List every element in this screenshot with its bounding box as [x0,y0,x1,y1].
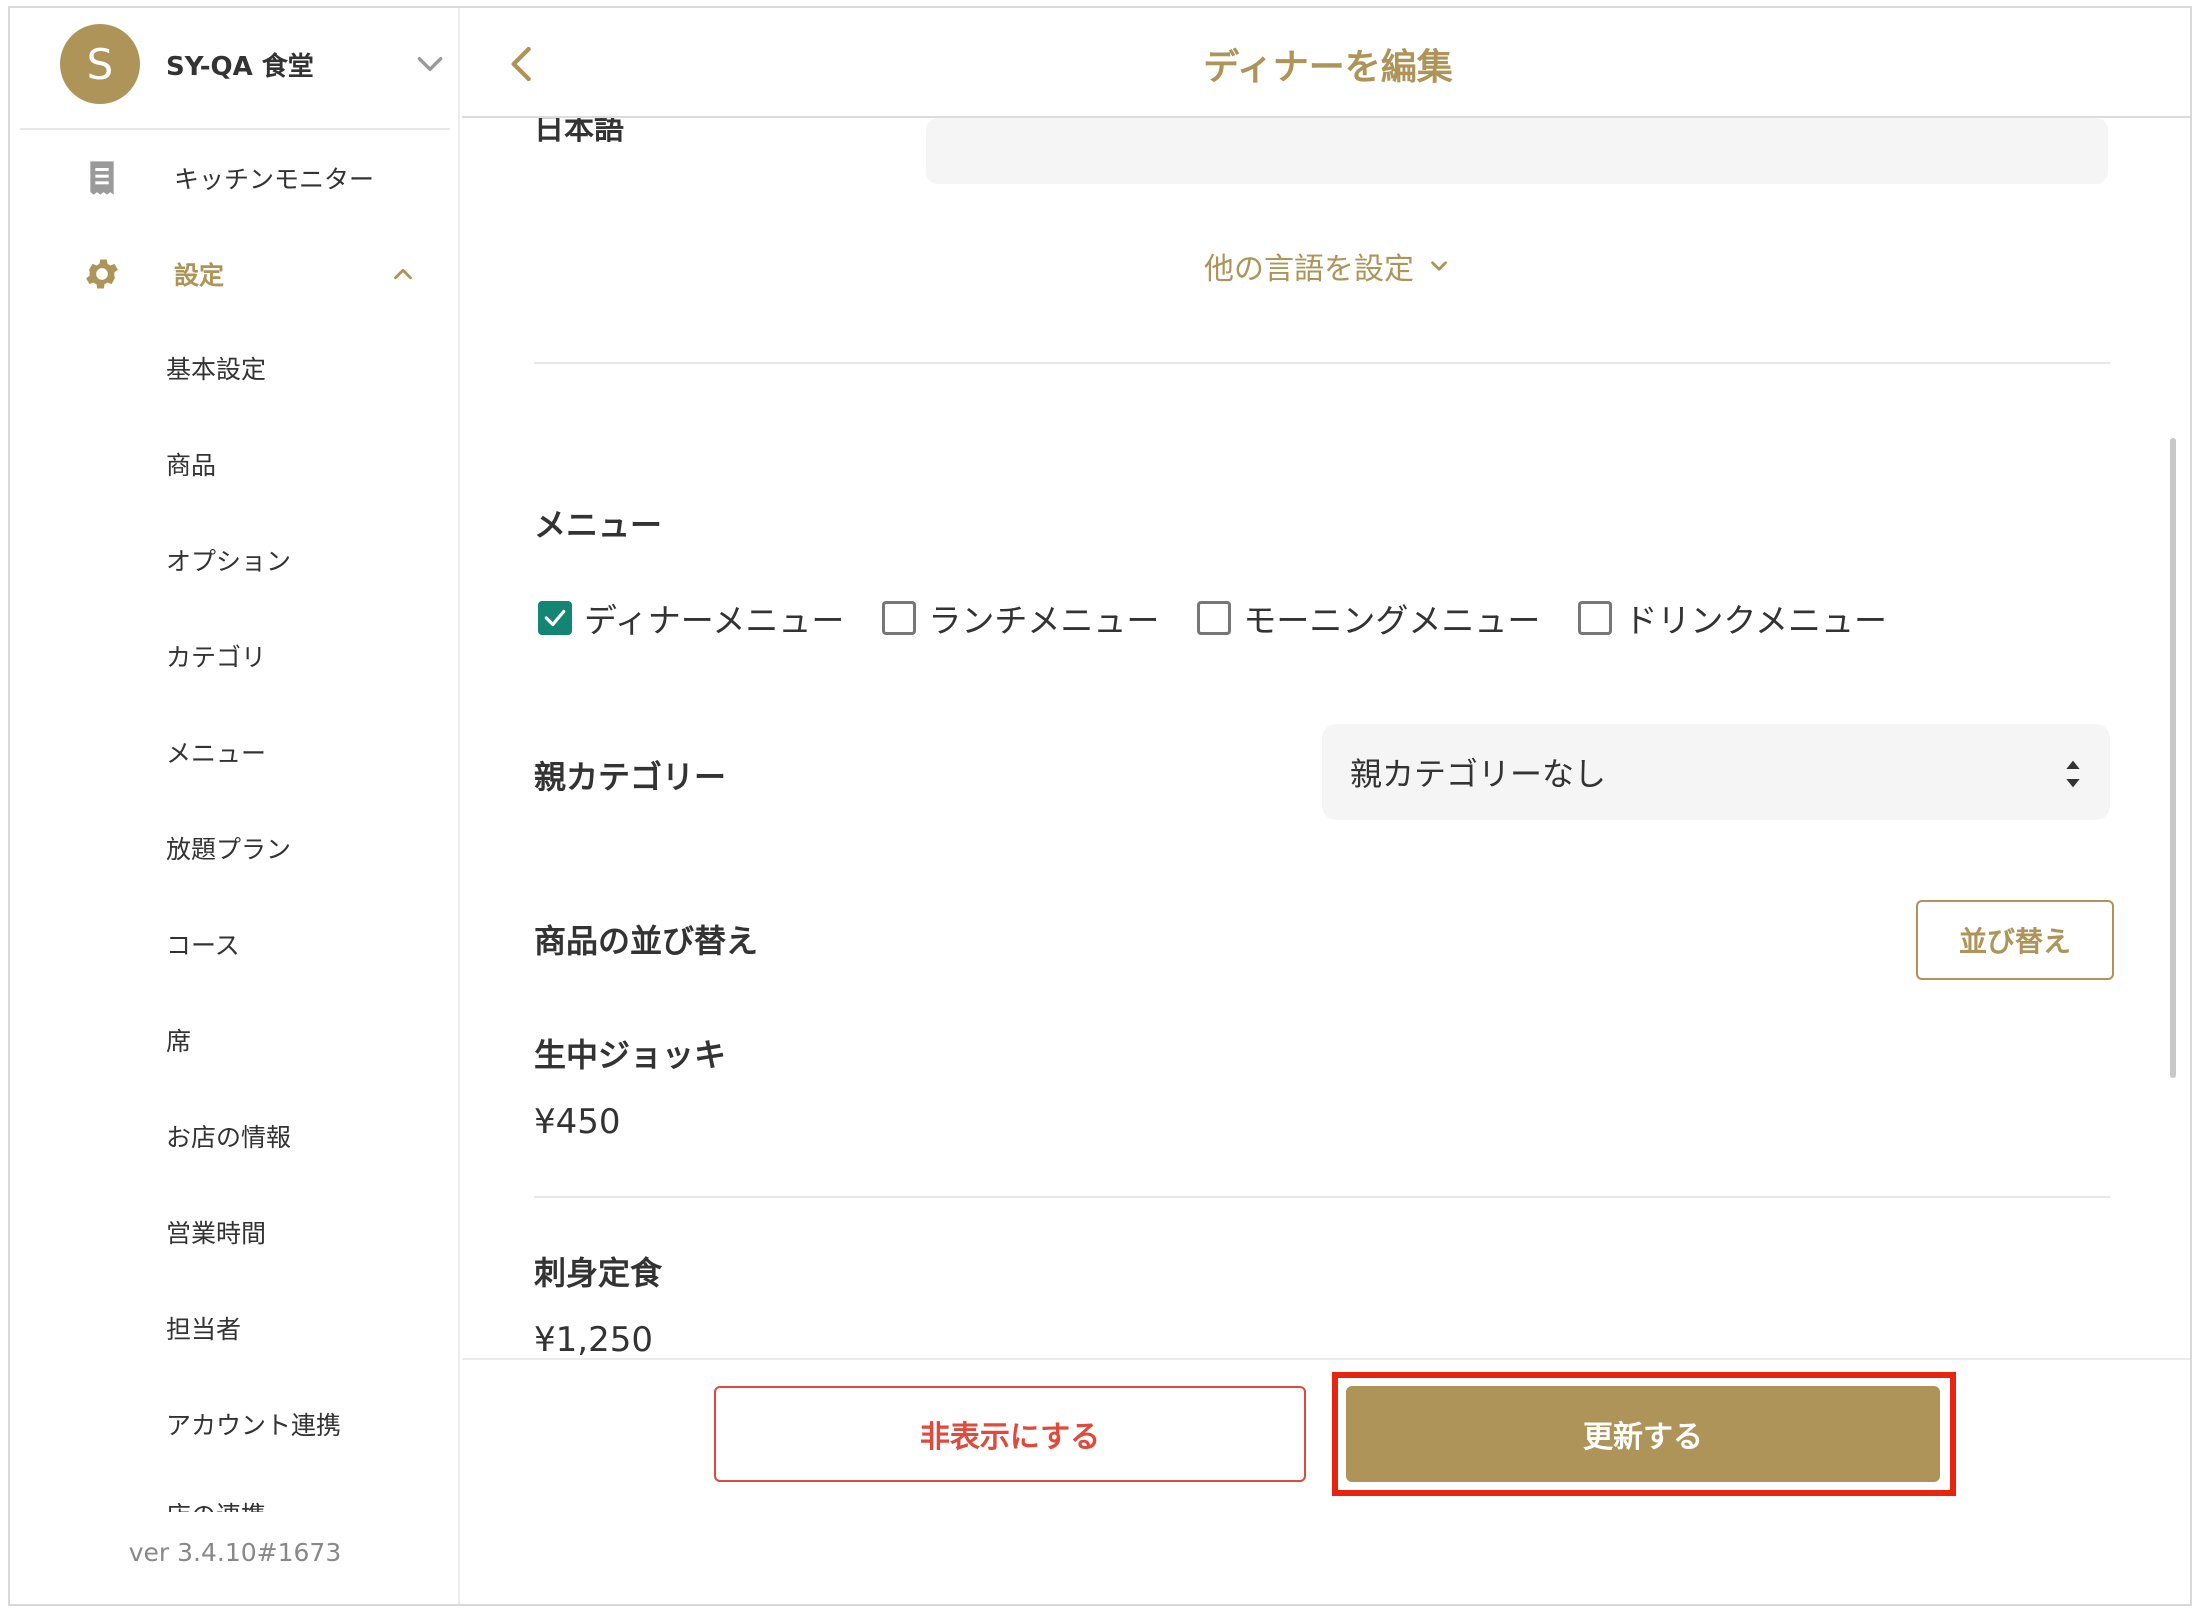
checkbox-unchecked[interactable] [1197,601,1232,635]
list-item: 刺身定食 ¥1,250 [534,1248,662,1358]
checkbox-unchecked[interactable] [1578,601,1613,635]
menu-checkbox-morning[interactable]: モーニングメニュー [1197,594,1540,642]
sidebar-item-menus[interactable]: メニュー [10,704,460,800]
chevron-down-icon[interactable] [410,44,450,84]
sort-button[interactable]: 並び替え [1916,900,2114,980]
store-name: SY-QA 食堂 [166,51,314,82]
product-name: 刺身定食 [534,1254,663,1292]
other-languages-toggle[interactable]: 他の言語を設定 [462,244,2190,288]
main-panel: ディナーを編集 日本語 他の言語を設定 メニュー ディナーメニュー ランチメニュ… [462,8,2190,1604]
checkbox-unchecked[interactable] [882,601,917,635]
settings-submenu: 基本設定 商品 オプション カテゴリ メニュー 放題プラン コース 席 お店の情… [10,320,460,1512]
parent-category-label: 親カテゴリー [534,758,727,796]
checkbox-label: ランチメニュー [928,601,1160,640]
sidebar-item-products[interactable]: 商品 [10,416,460,512]
sidebar: S SY-QA 食堂 キッチンモニター 設定 基本設定 商品 オプション カテゴ… [10,8,460,1604]
sidebar-item-label: 店の連携 [166,1496,266,1512]
form-content: 日本語 他の言語を設定 メニュー ディナーメニュー ランチメニュー モーニングメ… [462,118,2190,1358]
menu-checkbox-group: ディナーメニュー ランチメニュー モーニングメニュー ドリンクメニュー [538,594,1925,642]
chevron-up-icon [394,268,412,280]
menu-checkbox-lunch[interactable]: ランチメニュー [882,594,1159,642]
store-switcher[interactable]: S SY-QA 食堂 [60,22,450,106]
list-item: 生中ジョッキ ¥450 [534,1030,726,1142]
checkbox-label: ディナーメニュー [584,601,845,640]
app-window: S SY-QA 食堂 キッチンモニター 設定 基本設定 商品 オプション カテゴ… [8,6,2192,1606]
avatar: S [60,24,140,104]
sidebar-item-account-link[interactable]: アカウント連携 [10,1376,460,1472]
scrollbar[interactable] [2170,438,2176,1078]
sidebar-item-basic-settings[interactable]: 基本設定 [10,320,460,416]
product-name: 生中ジョッキ [534,1036,727,1074]
other-languages-label: 他の言語を設定 [1204,252,1414,287]
sidebar-item-seats[interactable]: 席 [10,992,460,1088]
product-price: ¥450 [534,1102,621,1142]
menu-section-title: メニュー [534,506,663,544]
sidebar-item-options[interactable]: オプション [10,512,460,608]
chevron-down-icon [1431,261,1447,271]
version-label: ver 3.4.10#1673 [128,1538,342,1567]
sidebar-item-categories[interactable]: カテゴリ [10,608,460,704]
checkbox-label: モーニングメニュー [1243,601,1541,640]
select-value: 親カテゴリーなし [1350,755,1607,793]
divider [20,128,450,130]
language-label: 日本語 [534,118,624,147]
menu-checkbox-dinner[interactable]: ディナーメニュー [538,594,844,642]
select-arrows-icon [2066,760,2080,788]
product-sort-label: 商品の並び替え [534,922,759,960]
sidebar-item-courses[interactable]: コース [10,896,460,992]
sidebar-item-store-link[interactable]: 店の連携 [10,1472,460,1512]
page-title: ディナーを編集 [1203,47,1453,88]
sidebar-item-kitchen-monitor[interactable]: キッチンモニター [10,138,460,218]
receipt-icon [90,161,114,195]
parent-category-select[interactable]: 親カテゴリーなし [1322,724,2110,820]
sidebar-item-all-you-can-plans[interactable]: 放題プラン [10,800,460,896]
sidebar-item-settings[interactable]: 設定 [10,234,460,314]
checkbox-label: ドリンクメニュー [1624,601,1888,640]
check-icon [544,609,566,627]
update-button[interactable]: 更新する [1346,1386,1940,1482]
footer-actions: 非表示にする 更新する [462,1358,2190,1604]
divider [534,1196,2110,1198]
menu-checkbox-drink[interactable]: ドリンクメニュー [1578,594,1887,642]
name-input[interactable] [926,118,2108,184]
sidebar-item-business-hours[interactable]: 営業時間 [10,1184,460,1280]
checkbox-checked[interactable] [538,601,572,635]
sidebar-item-staff[interactable]: 担当者 [10,1280,460,1376]
gear-icon [86,259,118,289]
sidebar-item-label: キッチンモニター [174,165,375,194]
product-price: ¥1,250 [534,1320,653,1358]
divider [534,362,2110,364]
header: ディナーを編集 [462,8,2190,118]
hide-button[interactable]: 非表示にする [714,1386,1306,1482]
sidebar-item-store-info[interactable]: お店の情報 [10,1088,460,1184]
sidebar-item-label: 設定 [174,261,225,290]
